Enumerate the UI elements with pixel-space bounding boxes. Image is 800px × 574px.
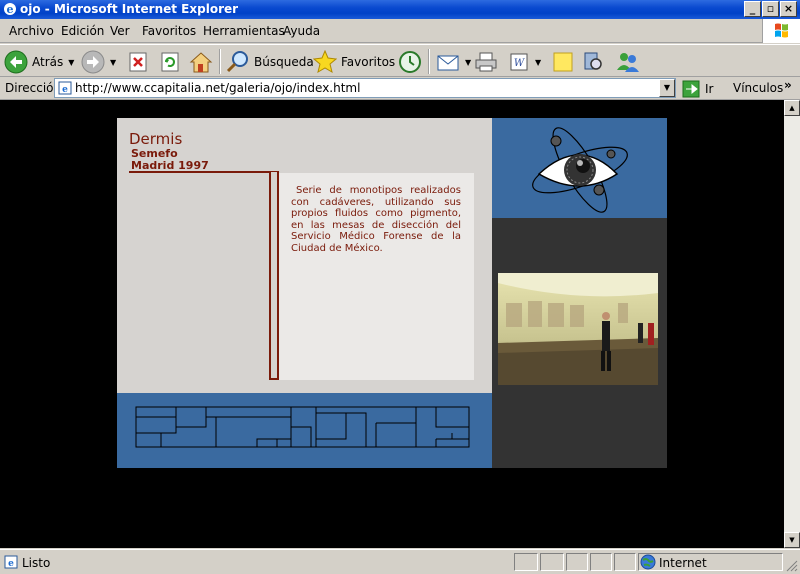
maximize-button[interactable]: ▫ [762, 1, 779, 17]
svg-text:e: e [7, 3, 14, 16]
svg-text:W: W [514, 58, 525, 69]
status-pane [514, 553, 538, 571]
address-bar: Dirección e http://www.ccapitalia.net/ga… [0, 77, 800, 100]
zone-label: Internet [659, 556, 707, 570]
refresh-button[interactable] [159, 49, 181, 75]
window-title: ojo - Microsoft Internet Explorer [20, 2, 239, 16]
mail-icon [437, 55, 459, 71]
page-status-icon: e [4, 555, 18, 569]
description-text: Serie de monotipos realizados con cadáve… [291, 185, 461, 254]
decorative-bar [269, 172, 279, 380]
scroll-down-button[interactable]: ▼ [784, 532, 800, 548]
menu-ver[interactable]: Ver [110, 24, 130, 38]
chevron-right-icon[interactable]: » [784, 78, 792, 92]
menu-archivo[interactable]: Archivo [9, 24, 54, 38]
messenger-button[interactable] [615, 49, 641, 75]
eye-atom-logo-icon [532, 127, 628, 213]
chevron-down-icon[interactable]: ▼ [465, 58, 471, 67]
floor-plan-panel [117, 393, 492, 468]
history-button[interactable] [398, 49, 422, 75]
toolbar: Atrás ▼ ▼ Búsqueda Favoritos ▼ W ▼ [0, 44, 800, 77]
discuss-icon [553, 52, 573, 72]
title-bar[interactable]: e ojo - Microsoft Internet Explorer _ ▫ … [0, 0, 800, 19]
svg-text:e: e [8, 559, 14, 569]
minimize-button[interactable]: _ [744, 1, 761, 17]
menu-herramientas[interactable]: Herramientas [203, 24, 285, 38]
status-bar: e Listo Internet [0, 549, 800, 574]
menu-favoritos[interactable]: Favoritos [142, 24, 196, 38]
favorites-label: Favoritos [341, 55, 396, 69]
web-page: Dermis Semefo Madrid 1997 Serie de monot… [117, 118, 667, 468]
status-pane [566, 553, 588, 571]
status-text: Listo [22, 556, 51, 570]
menu-ayuda[interactable]: Ayuda [283, 24, 320, 38]
stop-icon [129, 52, 147, 72]
scroll-up-button[interactable]: ▲ [784, 100, 800, 116]
links-toolbar[interactable]: Vínculos [733, 81, 783, 95]
page-title: Dermis [129, 130, 183, 148]
home-icon [189, 52, 213, 73]
description-box: Serie de monotipos realizados con cadáve… [279, 173, 474, 380]
search-button[interactable]: Búsqueda [226, 49, 314, 75]
resize-grip-icon[interactable] [786, 560, 798, 572]
chevron-down-icon[interactable]: ▼ [110, 58, 116, 67]
menu-edicion[interactable]: Edición [61, 24, 104, 38]
messenger-icon [617, 53, 639, 72]
windows-flag-icon [775, 23, 788, 38]
toolbar-separator [428, 49, 430, 74]
page-icon: e [58, 81, 72, 95]
address-label: Dirección [5, 81, 62, 95]
status-pane [590, 553, 612, 571]
research-button[interactable] [581, 49, 605, 75]
print-icon [475, 52, 497, 72]
search-label: Búsqueda [254, 55, 314, 69]
ie-logo-icon: e [4, 3, 16, 16]
close-button[interactable]: × [780, 1, 797, 17]
research-icon [584, 52, 602, 70]
globe-icon [640, 554, 656, 570]
history-icon [399, 51, 421, 73]
address-input[interactable]: e http://www.ccapitalia.net/galeria/ojo/… [54, 78, 676, 98]
forward-button[interactable]: ▼ [81, 49, 116, 75]
address-dropdown-button[interactable]: ▼ [659, 79, 675, 97]
back-label: Atrás [32, 55, 64, 69]
address-url[interactable]: http://www.ccapitalia.net/galeria/ojo/in… [75, 81, 360, 95]
vertical-scrollbar[interactable]: ▲ ▼ [784, 100, 800, 548]
favorites-button[interactable]: Favoritos [313, 49, 395, 75]
search-icon [226, 51, 248, 73]
go-label: Ir [705, 81, 714, 96]
svg-text:e: e [62, 85, 68, 95]
back-button[interactable]: Atrás ▼ [4, 49, 74, 75]
menu-bar: Archivo Edición Ver Favoritos Herramient… [0, 19, 800, 43]
edit-icon: W [510, 53, 528, 71]
info-panel: Dermis Semefo Madrid 1997 Serie de monot… [117, 118, 492, 393]
discuss-button[interactable] [551, 49, 575, 75]
back-arrow-icon [4, 50, 28, 74]
mail-button[interactable]: ▼ [436, 49, 471, 75]
stop-button[interactable] [127, 49, 149, 75]
refresh-icon [161, 52, 179, 72]
divider [129, 171, 279, 173]
logo-panel [492, 118, 667, 218]
print-button[interactable] [474, 49, 498, 75]
go-arrow-icon [682, 80, 700, 97]
windows-logo [762, 19, 800, 43]
gallery-photo [498, 273, 658, 385]
chevron-down-icon[interactable]: ▼ [68, 58, 74, 67]
home-button[interactable] [189, 49, 213, 75]
edit-button[interactable]: W ▼ [508, 49, 541, 75]
status-pane [540, 553, 564, 571]
web-viewport: Dermis Semefo Madrid 1997 Serie de monot… [0, 100, 784, 548]
security-zone: Internet [638, 553, 783, 571]
floor-plan-icon [135, 406, 470, 448]
forward-arrow-icon [81, 50, 105, 74]
status-pane [614, 553, 636, 571]
toolbar-separator [219, 49, 221, 74]
photo-panel [492, 218, 667, 468]
chevron-down-icon[interactable]: ▼ [535, 58, 541, 67]
go-button[interactable]: Ir [682, 79, 713, 98]
favorites-star-icon [313, 50, 337, 74]
